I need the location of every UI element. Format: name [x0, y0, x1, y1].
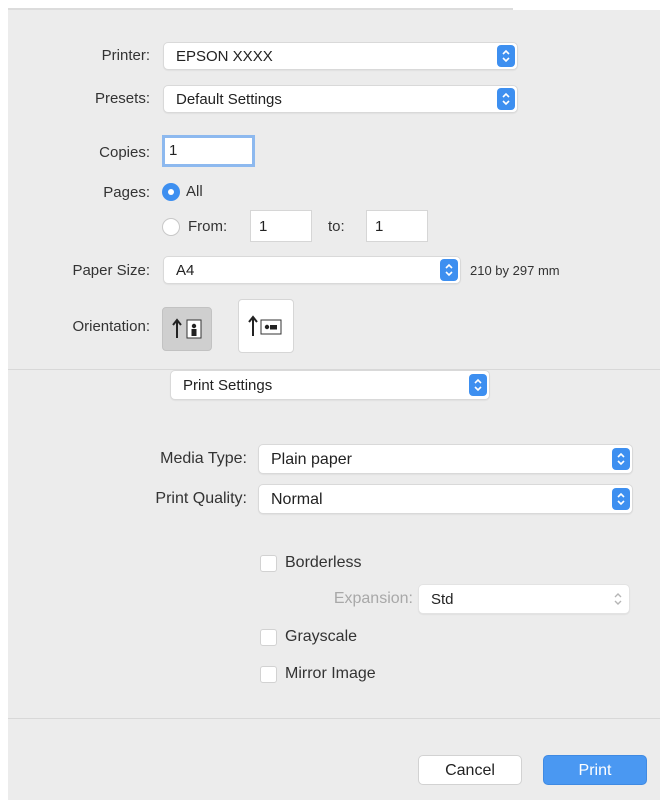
copies-value: 1	[169, 142, 178, 159]
pages-from-radio[interactable]	[162, 218, 180, 236]
print-quality-label: Print Quality:	[155, 490, 247, 507]
mirror-image-label: Mirror Image	[285, 665, 376, 682]
section-popup-value: Print Settings	[183, 377, 273, 394]
grayscale-label: Grayscale	[285, 628, 358, 645]
grayscale-checkbox[interactable]	[260, 629, 277, 646]
pages-to-label: to:	[328, 218, 345, 235]
chevron-updown-icon	[469, 374, 487, 396]
paper-size-label: Paper Size:	[72, 262, 150, 279]
landscape-orientation-icon	[248, 315, 282, 336]
presets-popup[interactable]: Default Settings	[163, 85, 518, 113]
chevron-updown-icon	[440, 259, 458, 281]
expansion-popup[interactable]: Std	[418, 584, 630, 614]
media-type-popup[interactable]: Plain paper	[258, 444, 633, 474]
pages-all-radio[interactable]	[162, 183, 180, 201]
pages-from-value: 1	[259, 218, 268, 235]
copies-label: Copies:	[99, 144, 150, 161]
pages-all-label: All	[186, 183, 203, 200]
pages-from-label: From:	[188, 218, 228, 235]
mirror-image-checkbox[interactable]	[260, 666, 277, 683]
orientation-landscape-button[interactable]	[238, 299, 294, 353]
borderless-checkbox[interactable]	[260, 555, 277, 572]
pages-from-field[interactable]: 1	[250, 210, 312, 242]
chevron-updown-icon	[612, 488, 630, 510]
media-type-label: Media Type:	[160, 450, 247, 467]
portrait-orientation-icon	[172, 318, 202, 339]
print-button[interactable]: Print	[543, 755, 647, 785]
print-quality-popup[interactable]: Normal	[258, 484, 633, 514]
print-quality-value: Normal	[271, 491, 323, 508]
printer-label: Printer:	[101, 47, 150, 64]
expansion-value: Std	[431, 591, 454, 608]
pages-label: Pages:	[103, 184, 150, 201]
paper-size-popup[interactable]: A4	[163, 256, 461, 284]
pages-to-value: 1	[375, 218, 384, 235]
chevron-updown-icon	[612, 448, 630, 470]
orientation-portrait-button[interactable]	[162, 307, 212, 351]
presets-value: Default Settings	[176, 91, 282, 108]
presets-label: Presets:	[94, 90, 150, 107]
pages-to-field[interactable]: 1	[366, 210, 428, 242]
chevron-updown-icon	[497, 88, 515, 110]
media-type-value: Plain paper	[271, 451, 352, 468]
copies-field[interactable]: 1	[162, 135, 255, 167]
paper-size-value: A4	[176, 262, 195, 279]
printer-value: EPSON XXXX	[176, 48, 273, 65]
orientation-label: Orientation:	[72, 318, 150, 335]
printer-popup[interactable]: EPSON XXXX	[163, 42, 518, 70]
expansion-label: Expansion:	[333, 590, 413, 607]
divider	[8, 718, 660, 719]
paper-size-dimensions: 210 by 297 mm	[470, 263, 560, 278]
borderless-label: Borderless	[285, 554, 362, 571]
chevron-updown-icon	[497, 45, 515, 67]
section-popup[interactable]: Print Settings	[170, 370, 490, 400]
chevron-updown-icon	[613, 591, 623, 612]
cancel-button[interactable]: Cancel	[418, 755, 522, 785]
